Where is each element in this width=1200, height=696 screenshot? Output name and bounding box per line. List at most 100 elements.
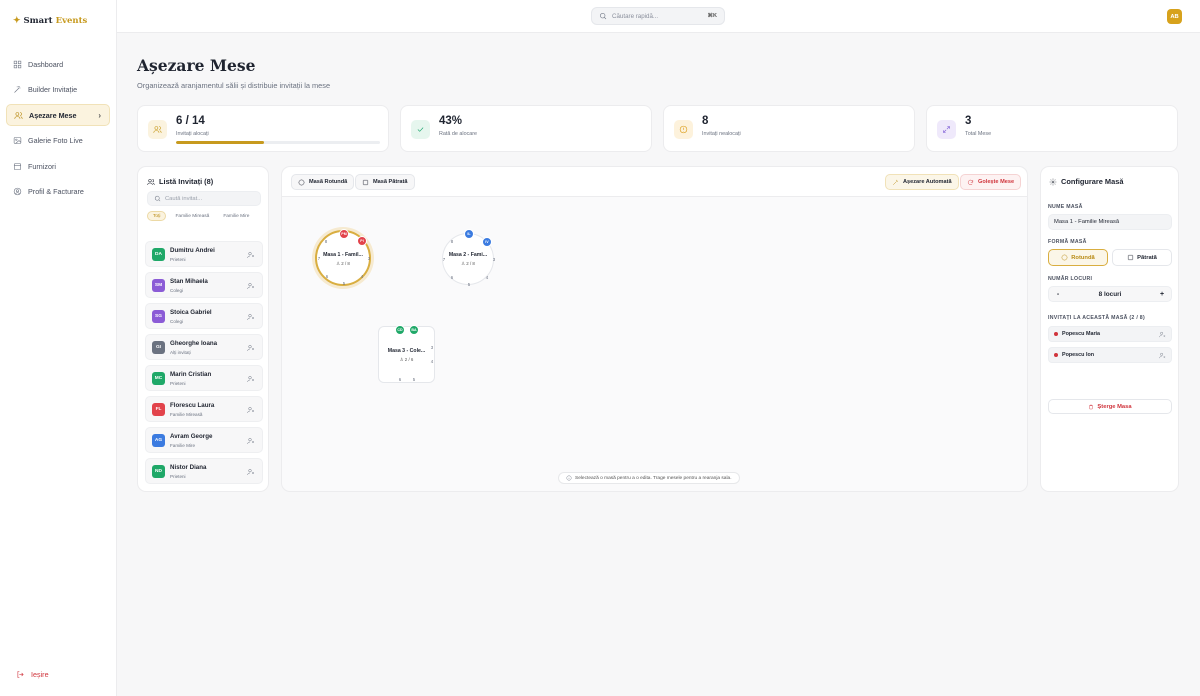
- auto-seat-button[interactable]: Așezare Automată: [885, 174, 959, 190]
- user-circle-icon: [13, 187, 22, 196]
- seat-number[interactable]: 8: [323, 239, 329, 244]
- assign-guest-button[interactable]: [247, 375, 255, 383]
- stat-card-rate: 43% Rată de alocare: [400, 105, 652, 152]
- seat-number[interactable]: 6: [449, 275, 455, 280]
- seat-number[interactable]: 5: [466, 282, 472, 287]
- filter-all[interactable]: Toți: [147, 211, 167, 221]
- seat-number[interactable]: 3: [491, 257, 497, 262]
- sidebar-item-seating[interactable]: Așezare Mese ›: [6, 104, 110, 126]
- sidebar: ✦ Smart Events Dashboard Builder Invitați…: [0, 0, 117, 696]
- seat-number[interactable]: 4: [429, 359, 435, 364]
- assign-guest-button[interactable]: [247, 406, 255, 414]
- seat-number[interactable]: 3: [429, 345, 435, 350]
- seat-number[interactable]: 5: [411, 377, 417, 382]
- guest-group: Colegi: [170, 319, 184, 324]
- seat-number[interactable]: 4: [359, 274, 365, 279]
- info-icon: [566, 475, 572, 481]
- guest-avatar: AG: [152, 434, 165, 447]
- stat-label: Rată de alocare: [439, 131, 478, 137]
- stat-label: Invitați nealocați: [702, 131, 741, 137]
- seating-canvas[interactable]: Masă Rotundă Masă Pătrată Așezare Automa…: [281, 166, 1028, 492]
- seat-number[interactable]: 6: [397, 377, 403, 382]
- seat-number[interactable]: 7: [441, 257, 447, 262]
- add-round-table-button[interactable]: Masă Rotundă: [291, 174, 355, 190]
- guest-row[interactable]: DA Dumitru Andrei Prieteni: [145, 241, 263, 267]
- hint-text: Selectează o masă pentru a o edita. Trag…: [575, 475, 732, 481]
- quick-search[interactable]: Căutare rapidă... ⌘K: [591, 7, 725, 25]
- table-masa-3[interactable]: Masa 3 - Cole... ♙ 2 / 6: [378, 326, 435, 383]
- filter-groom-family[interactable]: Familie Mire: [218, 211, 254, 221]
- user-plus-icon: [247, 345, 254, 352]
- unassign-icon[interactable]: [1159, 331, 1166, 338]
- table-name-input[interactable]: Masa 1 - Familie Mireasă: [1048, 214, 1172, 230]
- guest-row[interactable]: SG Stoica Gabriel Colegi: [145, 303, 263, 329]
- stat-icon-wrap: [148, 120, 167, 139]
- seat-number[interactable]: 4: [484, 275, 490, 280]
- seat-number[interactable]: 3: [366, 256, 372, 261]
- occupancy-value: 2 / 6: [404, 357, 414, 362]
- unassign-icon[interactable]: [1159, 352, 1166, 359]
- seat-number[interactable]: 8: [449, 239, 455, 244]
- filter-bride-family[interactable]: Familie Mireasă: [170, 211, 214, 221]
- guest-row[interactable]: ND Nistor Diana Prieteni: [145, 458, 263, 484]
- button-label: Rotundă: [1071, 254, 1095, 261]
- trash-icon: [1089, 404, 1094, 409]
- guest-row[interactable]: GI Gheorghe Ioana Alți invitați: [145, 334, 263, 360]
- logout-icon: [17, 671, 24, 678]
- search-input[interactable]: Căutare rapidă...: [612, 13, 658, 20]
- guest-row[interactable]: SM Stan Mihaela Colegi: [145, 272, 263, 298]
- logout-button[interactable]: Ieșire: [16, 670, 49, 679]
- seat-number[interactable]: 5: [341, 281, 347, 286]
- assign-guest-button[interactable]: [247, 282, 255, 290]
- increment-button[interactable]: +: [1156, 289, 1168, 300]
- assign-guest-button[interactable]: [247, 313, 255, 321]
- user-plus-icon: [247, 283, 254, 290]
- guest-avatar: SG: [152, 310, 165, 323]
- guest-search-input[interactable]: Caută invitat...: [147, 191, 261, 206]
- search-icon: [154, 195, 161, 202]
- guest-avatar: GI: [152, 341, 165, 354]
- delete-table-button[interactable]: Șterge Masa: [1048, 399, 1172, 414]
- stat-value: 8: [702, 115, 709, 127]
- guest-name: Nistor Diana: [170, 464, 207, 471]
- sidebar-item-profile[interactable]: Profil & Facturare: [6, 181, 110, 203]
- stat-value: 6 / 14: [176, 115, 205, 127]
- seat-number[interactable]: 7: [316, 256, 322, 261]
- seat-avatar-guest[interactable]: BA: [409, 325, 419, 335]
- guest-row[interactable]: FL Florescu Laura Familie Mireasă: [145, 396, 263, 422]
- sidebar-item-dashboard[interactable]: Dashboard: [6, 53, 110, 75]
- assign-guest-button[interactable]: [247, 344, 255, 352]
- guest-avatar: ND: [152, 465, 165, 478]
- guest-name: Avram George: [170, 433, 213, 440]
- brand-logo[interactable]: ✦ Smart Events: [13, 16, 87, 26]
- user-plus-icon: [247, 469, 254, 476]
- sidebar-item-gallery[interactable]: Galerie Foto Live: [6, 130, 110, 152]
- seat-avatar-guest[interactable]: IL: [464, 229, 474, 239]
- assign-guest-button[interactable]: [247, 437, 255, 445]
- sidebar-item-vendors[interactable]: Furnizori: [6, 155, 110, 177]
- sidebar-item-label: Profil & Facturare: [28, 187, 84, 196]
- seat-number[interactable]: 6: [324, 274, 330, 279]
- seat-avatar-guest[interactable]: PM: [339, 229, 349, 239]
- stat-icon-wrap: [937, 120, 956, 139]
- seat-avatar-guest[interactable]: CD: [395, 325, 405, 335]
- guest-group: Prieteni: [170, 381, 186, 386]
- assign-guest-button[interactable]: [247, 251, 255, 259]
- guest-group: Alți invitați: [170, 350, 191, 355]
- seat-avatar-guest[interactable]: IV: [482, 237, 492, 247]
- shape-round-button[interactable]: Rotundă: [1048, 249, 1108, 266]
- table-occupancy: ♙ 2 / 8: [336, 261, 350, 266]
- seat-avatar-guest[interactable]: PI: [357, 236, 367, 246]
- users-icon: [147, 178, 155, 185]
- shape-square-button[interactable]: Pătrată: [1112, 249, 1172, 266]
- add-square-table-button[interactable]: Masă Pătrată: [355, 174, 415, 190]
- refresh-icon: [967, 179, 974, 185]
- clear-tables-button[interactable]: Golește Mese: [960, 174, 1022, 190]
- guest-row[interactable]: MC Marin Cristian Prieteni: [145, 365, 263, 391]
- assign-guest-button[interactable]: [247, 468, 255, 476]
- group-dot: [1054, 353, 1058, 357]
- sidebar-item-builder[interactable]: Builder Invitație: [6, 79, 110, 101]
- user-plus-icon: [247, 438, 254, 445]
- user-avatar[interactable]: AB: [1167, 9, 1182, 24]
- guest-row[interactable]: AG Avram George Familie Mire: [145, 427, 263, 453]
